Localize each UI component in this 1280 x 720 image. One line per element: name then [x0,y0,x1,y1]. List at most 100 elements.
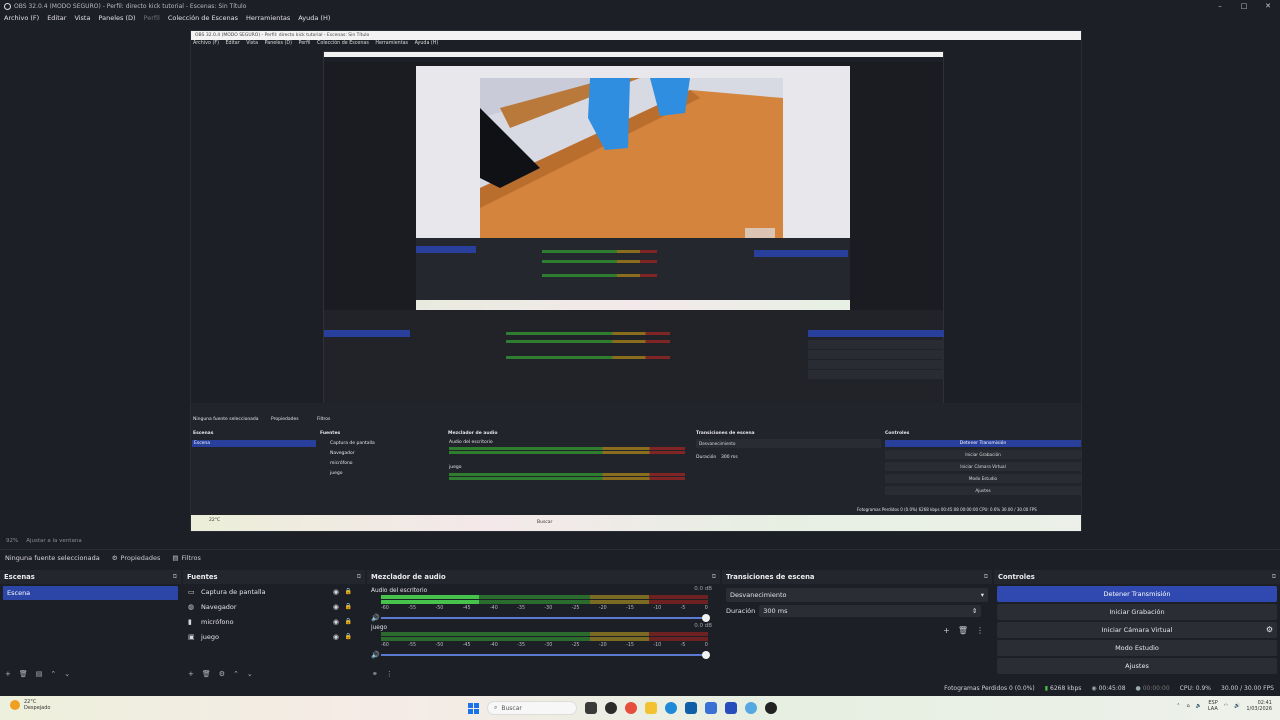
inner-menu-bar: Archivo (F) Editar Vista Paneles (D) Per… [191,40,1081,48]
inner-meter-1 [449,447,685,450]
filters-button[interactable]: ▤ Filtros [172,554,200,562]
windows-start-icon[interactable] [468,702,479,714]
menu-editar[interactable]: Editar [47,14,66,22]
eye-icon[interactable]: ◉ [333,588,339,596]
eye-icon[interactable]: ◉ [333,603,339,611]
store-icon[interactable] [685,702,697,714]
slider-knob[interactable] [702,650,710,659]
scenes-footer: + 🗑 ▤ ⌃ ⌄ [0,667,181,681]
menu-ayuda[interactable]: Ayuda (H) [298,14,330,22]
menu-herramientas[interactable]: Herramientas [246,14,290,22]
settings-button[interactable]: Ajustes [997,658,1277,674]
inner-transition: Desvanecimiento [696,439,881,448]
dock-float-icon[interactable]: ⧉ [712,573,716,581]
tick-label: -55 [408,643,417,648]
chrome-icon[interactable] [625,702,637,714]
trash-icon[interactable]: 🗑 [19,670,28,678]
filter-icon[interactable]: ▤ [36,670,43,678]
maximize-button[interactable]: □ [1232,0,1256,12]
gear-icon[interactable]: ⚙ [1266,622,1273,638]
source-item[interactable]: ▭ Captura de pantalla ◉ 🔒 [183,584,365,599]
volume-icon[interactable]: 🔈 [1196,703,1202,709]
dock-float-icon[interactable]: ⧉ [984,573,988,581]
zoom-percent[interactable]: 92% [6,538,18,544]
mail-icon[interactable] [705,702,717,714]
properties-button[interactable]: ⚙ Propiedades [112,554,161,562]
add-icon[interactable]: + [188,670,194,678]
language-indicator[interactable]: ESP LAA [1208,700,1218,712]
scene-item[interactable]: Escena [3,586,178,600]
lock-icon[interactable]: 🔒 [345,633,352,640]
trash-icon[interactable]: 🗑 [958,626,968,635]
chevron-down-icon[interactable]: ⌄ [64,670,70,678]
weather-widget[interactable]: 22°C Despejado [10,699,50,711]
virtual-camera-button[interactable]: Iniciar Cámara Virtual ⚙ [997,622,1277,638]
channel-name: Audio del escritorio [371,588,428,594]
eye-icon[interactable]: ◉ [333,633,339,641]
chevron-down-icon[interactable]: ⌄ [247,670,253,678]
inner-taskbar: 22°C Buscar [191,515,1081,531]
taskbar-search[interactable]: ⌕ Buscar [487,701,577,715]
gear-icon[interactable]: ⚙ [219,670,225,678]
add-icon[interactable]: + [5,670,11,678]
volume-slider[interactable] [381,650,710,659]
tick-label: -20 [598,643,607,648]
wifi-icon[interactable]: ◠ [1224,703,1228,709]
add-icon[interactable]: + [943,626,950,635]
menu-archivo[interactable]: Archivo (F) [4,14,39,22]
source-item[interactable]: ◍ Navegador ◉ 🔒 [183,599,365,614]
obs-app-icon[interactable] [605,702,617,714]
speaker-icon[interactable]: 🔊 [371,651,381,659]
more-icon[interactable]: ⋮ [976,626,984,635]
edge-icon[interactable] [665,702,677,714]
zoom-fit[interactable]: Ajustar a la ventana [26,538,81,544]
inner-menu-item: Colección de Escenas [317,41,369,46]
minimize-button[interactable]: – [1208,0,1232,12]
transition-select[interactable]: Desvanecimiento ▾ [726,588,988,602]
menu-paneles[interactable]: Paneles (D) [98,14,135,22]
browser-icon[interactable] [745,702,757,714]
more-icon[interactable]: ⋮ [386,670,393,678]
source-item[interactable]: ▣ juego ◉ 🔒 [183,629,365,644]
start-recording-button[interactable]: Iniciar Grabación [997,604,1277,620]
dock-float-icon[interactable]: ⧉ [357,573,361,581]
spin-arrows-icon[interactable]: ⇕ [972,607,977,615]
link-icon[interactable]: ⚭ [372,670,378,678]
menu-vista[interactable]: Vista [74,14,90,22]
lock-icon[interactable]: 🔒 [345,618,352,625]
duration-spinbox[interactable]: 300 ms ⇕ [759,605,982,617]
volume-slider[interactable] [381,613,710,622]
dock-float-icon[interactable]: ⧉ [173,573,177,581]
mixer-dock-header: Mezclador de audio ⧉ [367,570,720,584]
menu-coleccion-escenas[interactable]: Colección de Escenas [168,14,238,22]
stop-stream-button[interactable]: Detener Transmisión [997,586,1277,602]
trash-icon[interactable]: 🗑 [202,670,211,678]
chevron-up-icon[interactable]: ⌃ [50,670,56,678]
studio-mode-button[interactable]: Modo Estudio [997,640,1277,656]
deep-stream-button [754,250,848,257]
speaker-icon[interactable]: 🔊 [1234,703,1240,709]
app-icon[interactable] [725,702,737,714]
clock[interactable]: 02:41 1/03/2026 [1246,700,1272,712]
inner-dock-title: Fuentes [320,431,341,436]
chevron-up-icon[interactable]: ⌃ [233,670,239,678]
tick-label: -35 [517,643,526,648]
obs-running-icon[interactable] [765,702,777,714]
network-icon[interactable]: ⌂ [1186,703,1189,709]
inner-source: Navegador [330,451,355,456]
duration-row: Duración 300 ms ⇕ [722,603,992,619]
live-time: ◉ 00:45:08 [1091,685,1125,692]
folder-icon[interactable] [645,702,657,714]
source-item[interactable]: ▮ micrófono ◉ 🔒 [183,614,365,629]
eye-icon[interactable]: ◉ [333,618,339,626]
microphone-icon: ▮ [188,617,192,626]
clock-date: 1/03/2026 [1246,706,1272,712]
close-button[interactable]: ✕ [1256,0,1280,12]
nested-meter-2 [506,340,670,343]
lock-icon[interactable]: 🔒 [345,603,352,610]
menu-perfil[interactable]: Perfil [144,14,160,22]
lock-icon[interactable]: 🔒 [345,588,352,595]
chevron-up-icon[interactable]: ⌃ [1176,703,1180,709]
file-explorer-icon[interactable] [585,702,597,714]
dock-float-icon[interactable]: ⧉ [1272,573,1276,581]
